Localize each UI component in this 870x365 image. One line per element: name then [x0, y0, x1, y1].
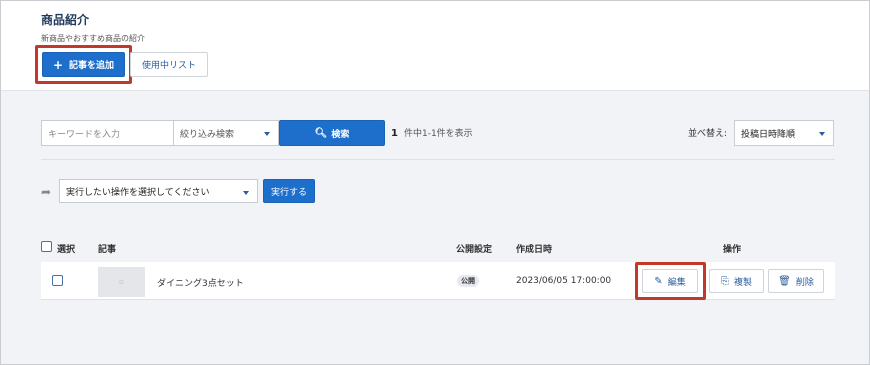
trash-icon: 🗑︎	[778, 275, 791, 287]
delete-label: 削除	[795, 277, 814, 288]
app-frame: 商品紹介 新商品やおすすめ商品の紹介 + 記事を追加 使用中リスト キーワードを…	[0, 0, 870, 365]
delete-button[interactable]: 🗑︎ 削除	[768, 269, 824, 293]
search-icon: 🔍︎	[314, 127, 328, 139]
page-title: 商品紹介	[41, 13, 90, 27]
result-count: 1 件中1-1件を表示	[391, 126, 473, 139]
bulk-action-select[interactable]: 実行したい操作を選択してください	[59, 179, 258, 203]
page-subtitle: 新商品やおすすめ商品の紹介	[41, 34, 145, 43]
header-actions: 操作	[723, 245, 742, 255]
keyword-placeholder: キーワードを入力	[48, 129, 121, 140]
sort-select[interactable]: 投稿日時降順	[734, 120, 834, 146]
status-badge: 公開	[457, 275, 479, 287]
run-button-label: 実行する	[270, 187, 307, 198]
chevron-down-icon	[243, 191, 249, 195]
share-arrow-icon: ➦	[41, 185, 52, 199]
run-button[interactable]: 実行する	[263, 179, 315, 203]
sort-select-value: 投稿日時降順	[741, 129, 796, 140]
duplicate-button[interactable]: ⎘ 複製	[709, 269, 764, 293]
image-placeholder-icon: ▫	[119, 278, 124, 286]
duplicate-label: 複製	[733, 277, 752, 288]
sort-label: 並べ替え:	[688, 129, 728, 139]
add-article-button[interactable]: + 記事を追加	[42, 52, 125, 77]
created-date: 2023/06/05 17:00:00	[516, 276, 612, 286]
article-thumbnail: ▫	[98, 267, 145, 297]
bulk-action-placeholder: 実行したい操作を選択してください	[66, 187, 210, 198]
header-publish: 公開設定	[456, 245, 493, 255]
article-title[interactable]: ダイニング3点セット	[157, 276, 244, 289]
in-use-list-label: 使用中リスト	[141, 61, 196, 71]
page-header: 商品紹介 新商品やおすすめ商品の紹介 + 記事を追加 使用中リスト	[1, 1, 869, 91]
table-row: ▫ ダイニング3点セット 公開 2023/06/05 17:00:00 ✎ 編集…	[41, 262, 835, 300]
header-created: 作成日時	[516, 245, 553, 255]
header-select: 選択	[57, 245, 76, 255]
select-all-checkbox[interactable]	[41, 241, 52, 252]
header-article: 記事	[98, 245, 117, 255]
edit-icon: ✎	[654, 275, 663, 287]
plus-icon: +	[52, 57, 64, 72]
keyword-input[interactable]: キーワードを入力	[41, 120, 174, 146]
search-button[interactable]: 🔍︎ 検索	[279, 120, 385, 146]
in-use-list-button[interactable]: 使用中リスト	[130, 52, 208, 77]
edit-label: 編集	[667, 277, 686, 288]
filter-select-label: 絞り込み検索	[180, 129, 235, 140]
copy-icon: ⎘	[720, 275, 729, 287]
chevron-down-icon	[819, 132, 825, 136]
divider	[41, 159, 835, 160]
filter-select[interactable]: 絞り込み検索	[173, 120, 279, 146]
result-text: 件中1-1件を表示	[403, 129, 473, 139]
content-panel: キーワードを入力 絞り込み検索 🔍︎ 検索 1 件中1-1件を表示 並べ替え: 投…	[1, 92, 869, 364]
row-checkbox[interactable]	[52, 275, 63, 286]
chevron-down-icon	[264, 132, 270, 136]
add-article-label: 記事を追加	[69, 61, 115, 71]
search-button-label: 検索	[331, 129, 350, 140]
result-total: 1	[391, 128, 398, 139]
edit-button[interactable]: ✎ 編集	[642, 269, 698, 293]
